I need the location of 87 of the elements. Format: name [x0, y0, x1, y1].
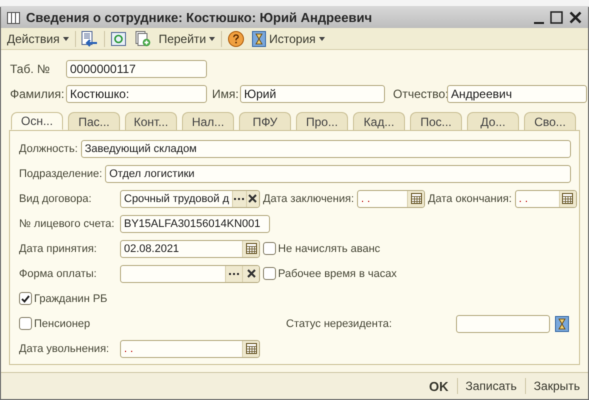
history-button[interactable] [553, 314, 571, 332]
tab[interactable]: Конт... [125, 112, 177, 130]
choose-button[interactable] [232, 190, 246, 206]
checkbox[interactable] [19, 317, 32, 330]
ellipsis-icon [234, 196, 245, 200]
dialog-button[interactable]: Закрыть [532, 379, 582, 393]
date-field[interactable]: . . [120, 340, 260, 358]
window-title: Сведения о сотруднике: Костюшко: Юрий Андреевич [26, 10, 373, 25]
text-field[interactable]: Отдел логистики [105, 164, 571, 182]
field-label: Имя: [212, 87, 240, 101]
dialog-button[interactable]: Записать [464, 379, 519, 393]
toolbar-button[interactable] [80, 30, 100, 48]
caret-icon [209, 36, 216, 40]
checkbox-label[interactable]: Рабочее время в часах [263, 267, 397, 280]
checkbox[interactable] [19, 292, 32, 305]
checkbox[interactable] [263, 242, 276, 255]
tab[interactable]: Про... [296, 112, 348, 130]
calendar-icon [246, 243, 256, 254]
choose-button[interactable] [225, 266, 242, 282]
tab[interactable]: Кад... [353, 112, 405, 130]
text-field[interactable]: Юрий [240, 85, 385, 103]
toolbar-button[interactable] [132, 30, 153, 48]
menu-button[interactable]: История [250, 30, 327, 48]
menu-button[interactable]: Действия [5, 30, 71, 48]
tab[interactable]: До... [467, 112, 519, 130]
tab[interactable]: Сво... [524, 112, 576, 130]
toolbar-button[interactable] [108, 30, 129, 48]
tab[interactable]: ПФУ [239, 112, 291, 130]
checkbox-label[interactable]: Гражданин РБ [19, 292, 108, 305]
menu-button[interactable]: Перейти [156, 30, 218, 48]
checkbox[interactable] [263, 267, 276, 280]
text-field[interactable]: Заведующий складом [80, 140, 571, 158]
clear-button[interactable] [242, 266, 259, 282]
field-label: Дата заключения: [263, 192, 354, 204]
checkbox-label[interactable]: Не начислять аванс [263, 242, 380, 255]
field-label: Дата окончания: [428, 192, 512, 204]
select-field[interactable] [120, 264, 260, 282]
document-plus-icon [134, 30, 151, 46]
text-field[interactable]: BY15ALFA30156014KN001 [120, 214, 270, 232]
refresh-icon [111, 32, 126, 46]
form-icon [7, 12, 20, 24]
field-label: Вид договора: [19, 192, 93, 204]
field-label: Дата увольнения: [19, 342, 110, 354]
ellipsis-icon [228, 272, 240, 276]
field-label: Статус нерезидента: [286, 318, 393, 330]
field-label: Должность: [19, 142, 78, 154]
calendar-button[interactable] [558, 190, 576, 206]
text-field[interactable] [456, 314, 550, 332]
field-label: № лицевого счета: [19, 218, 116, 230]
hourglass-icon [252, 30, 266, 46]
text-field[interactable]: 0000000117 [66, 60, 207, 78]
text-field[interactable]: Костюшко: [66, 85, 207, 103]
tab[interactable]: Нал... [182, 112, 234, 130]
calendar-icon [562, 193, 574, 204]
clear-icon [248, 194, 258, 203]
field-label: Таб. № [10, 62, 51, 76]
clear-icon [246, 269, 256, 278]
calendar-button[interactable] [242, 340, 259, 356]
field-label: Подразделение: [19, 168, 102, 180]
date-field[interactable]: 02.08.2021 [120, 240, 260, 258]
tab[interactable]: Пас... [68, 112, 120, 130]
field-label: Дата принятия: [19, 242, 98, 254]
toolbar-button[interactable] [226, 30, 246, 48]
caret-icon [318, 36, 325, 40]
calendar-button[interactable] [407, 190, 424, 206]
date-field[interactable]: . . [357, 190, 426, 208]
calendar-button[interactable] [242, 240, 259, 256]
text-field[interactable]: Андреевич [447, 85, 587, 103]
calendar-icon [246, 343, 256, 354]
tab[interactable]: Осн... [11, 112, 63, 130]
maximize-icon[interactable] [550, 11, 563, 24]
help-icon [228, 30, 244, 46]
select-field[interactable]: Срочный трудовой д [120, 190, 260, 208]
document-arrow-icon [81, 30, 98, 46]
check-icon [21, 294, 30, 302]
clear-button[interactable] [246, 190, 259, 206]
field-label: Форма оплаты: [19, 268, 98, 280]
calendar-icon [410, 193, 422, 204]
tab[interactable]: Пос... [410, 112, 462, 130]
checkbox-label[interactable]: Пенсионер [19, 317, 283, 330]
close-icon[interactable] [569, 11, 582, 24]
field-label: Фамилия: [10, 87, 66, 101]
dialog-button[interactable]: OK [427, 378, 450, 394]
date-field[interactable]: . . [514, 190, 577, 208]
hourglass-icon [555, 316, 569, 332]
field-label: Отчество: [393, 87, 447, 101]
caret-icon [62, 36, 69, 40]
